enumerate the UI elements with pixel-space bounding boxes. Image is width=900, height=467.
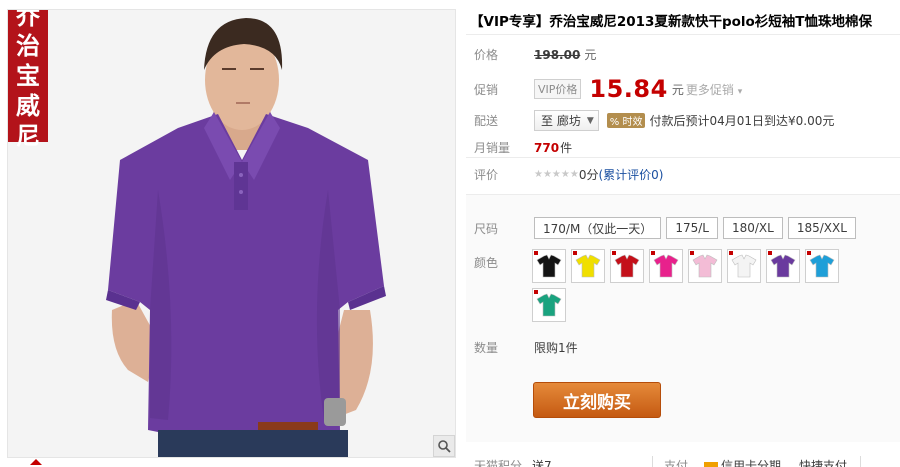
delivery-estimate: 付款后预计04月01日到达¥0.00元 <box>649 114 835 128</box>
color-swatch[interactable] <box>805 249 839 283</box>
destination-value: 至 廊坊 <box>541 114 581 128</box>
rating-row: 评价 ★★★★★ 0分 (累计评价0) <box>474 166 663 183</box>
sales-label: 月销量 <box>474 141 511 155</box>
model-photo-illustration <box>8 10 455 457</box>
quick-pay-text: 快捷支付 <box>799 459 848 467</box>
more-promo-text: 更多促销 <box>685 82 734 97</box>
dropdown-arrow-icon: ▼ <box>586 115 594 126</box>
delivery-time-badge: % 时效 <box>606 113 646 128</box>
bottom-divider <box>652 456 653 467</box>
title-divider <box>466 34 900 35</box>
brand-stamp-char: 乔 <box>16 9 40 30</box>
brand-logo-stamp: 乔 治 宝 威 尼 <box>8 9 48 150</box>
swatch-corner-mark <box>534 251 538 255</box>
swatch-corner-mark <box>651 251 655 255</box>
destination-select[interactable]: 至 廊坊 ▼ <box>534 110 599 131</box>
polo-shirt-icon <box>692 254 718 278</box>
magnifier-icon <box>438 440 451 453</box>
promo-row: 促销 VIP价格 15.84 元 更多促销 ▾ <box>474 75 742 103</box>
swatch-corner-mark <box>573 251 577 255</box>
promo-price: 15.84 <box>589 75 668 103</box>
polo-shirt-icon <box>614 254 640 278</box>
color-options <box>532 249 852 327</box>
delivery-time-badge-text: 时效 <box>622 117 643 128</box>
swatch-corner-mark <box>729 251 733 255</box>
polo-shirt-icon <box>536 254 562 278</box>
polo-shirt-icon <box>731 254 757 278</box>
color-swatch[interactable] <box>766 249 800 283</box>
price-row: 价格 198.00 元 <box>474 46 596 63</box>
credit-installment: 信用卡分期 <box>704 457 781 467</box>
quantity-row: 数量 限购1件 <box>474 339 578 356</box>
product-image[interactable]: 乔 治 宝 威 尼 <box>7 9 456 458</box>
rating-stars-icon: ★★★★★ <box>534 169 579 180</box>
shipping-label: 配送 <box>474 114 499 128</box>
color-swatch[interactable] <box>610 249 644 283</box>
polo-shirt-icon <box>809 254 835 278</box>
polo-shirt-icon <box>653 254 679 278</box>
brand-stamp-char: 宝 <box>16 61 40 90</box>
brand-stamp-char: 尼 <box>16 121 40 150</box>
color-swatch[interactable] <box>532 249 566 283</box>
polo-shirt-icon <box>770 254 796 278</box>
caret-down-icon: ▾ <box>737 86 743 97</box>
brand-stamp-char: 治 <box>16 31 40 60</box>
polo-shirt-icon <box>575 254 601 278</box>
color-swatch[interactable] <box>532 288 566 322</box>
color-swatch[interactable] <box>571 249 605 283</box>
size-label: 尺码 <box>474 221 499 236</box>
clock-icon: % <box>609 117 620 128</box>
product-title: 【VIP专享】乔治宝威尼2013夏新款快干polo衫短袖T恤珠地棉保 <box>470 14 872 30</box>
size-option[interactable]: 170/M（仅此一天） <box>534 217 662 239</box>
color-label: 颜色 <box>474 256 499 270</box>
promo-unit: 元 <box>671 82 684 97</box>
color-swatch[interactable] <box>727 249 761 283</box>
quick-pay: 快捷支付 <box>799 457 847 467</box>
sales-count: 770 <box>534 140 560 155</box>
swatch-corner-mark <box>690 251 694 255</box>
quantity-limit-note: 限购1件 <box>534 341 578 355</box>
original-price: 198.00 <box>534 47 581 62</box>
size-option[interactable]: 180/XL <box>722 217 783 239</box>
bottom-divider <box>860 456 861 467</box>
size-option[interactable]: 175/L <box>666 217 718 239</box>
review-count-link[interactable]: (累计评价0) <box>598 166 663 183</box>
size-row: 尺码 170/M（仅此一天） 175/L 180/XL 185/XXL <box>474 217 861 239</box>
color-label-row: 颜色 <box>474 254 534 271</box>
payment-label: 支付 <box>664 459 689 467</box>
zoom-button[interactable] <box>433 435 455 457</box>
sales-divider <box>466 157 900 158</box>
polo-shirt-icon <box>536 293 562 317</box>
more-promo-link[interactable]: 更多促销 ▾ <box>686 81 742 98</box>
price-unit: 元 <box>584 48 597 62</box>
rating-score: 0分 <box>578 168 599 182</box>
swatch-corner-mark <box>534 290 538 294</box>
credit-card-icon <box>704 462 718 467</box>
swatch-corner-mark <box>612 251 616 255</box>
thumbnail-indicator-icon <box>30 459 42 465</box>
product-page: 乔 治 宝 威 尼 【VIP专享】乔治宝威尼2013夏新款快干polo衫短袖T恤… <box>0 0 900 467</box>
buy-now-button[interactable]: 立刻购买 <box>533 382 661 418</box>
sales-row: 月销量 770 件 <box>474 139 572 156</box>
color-swatch[interactable] <box>649 249 683 283</box>
points-value: 送7 <box>532 459 552 467</box>
swatch-corner-mark <box>768 251 772 255</box>
size-option[interactable]: 185/XXL <box>787 217 856 239</box>
credit-installment-text: 信用卡分期 <box>721 459 782 467</box>
sales-unit: 件 <box>560 141 573 155</box>
swatch-corner-mark <box>807 251 811 255</box>
shipping-row: 配送 至 廊坊 ▼ % 时效 付款后预计04月01日到达¥0.00元 <box>474 110 834 131</box>
vip-price-tag: VIP价格 <box>534 79 582 99</box>
color-swatch[interactable] <box>688 249 722 283</box>
rating-label: 评价 <box>474 168 499 182</box>
price-label: 价格 <box>474 48 499 62</box>
brand-stamp-char: 威 <box>16 91 40 120</box>
points-label: 天猫积分 <box>474 459 523 467</box>
promo-label: 促销 <box>474 82 499 97</box>
quantity-label: 数量 <box>474 341 499 355</box>
